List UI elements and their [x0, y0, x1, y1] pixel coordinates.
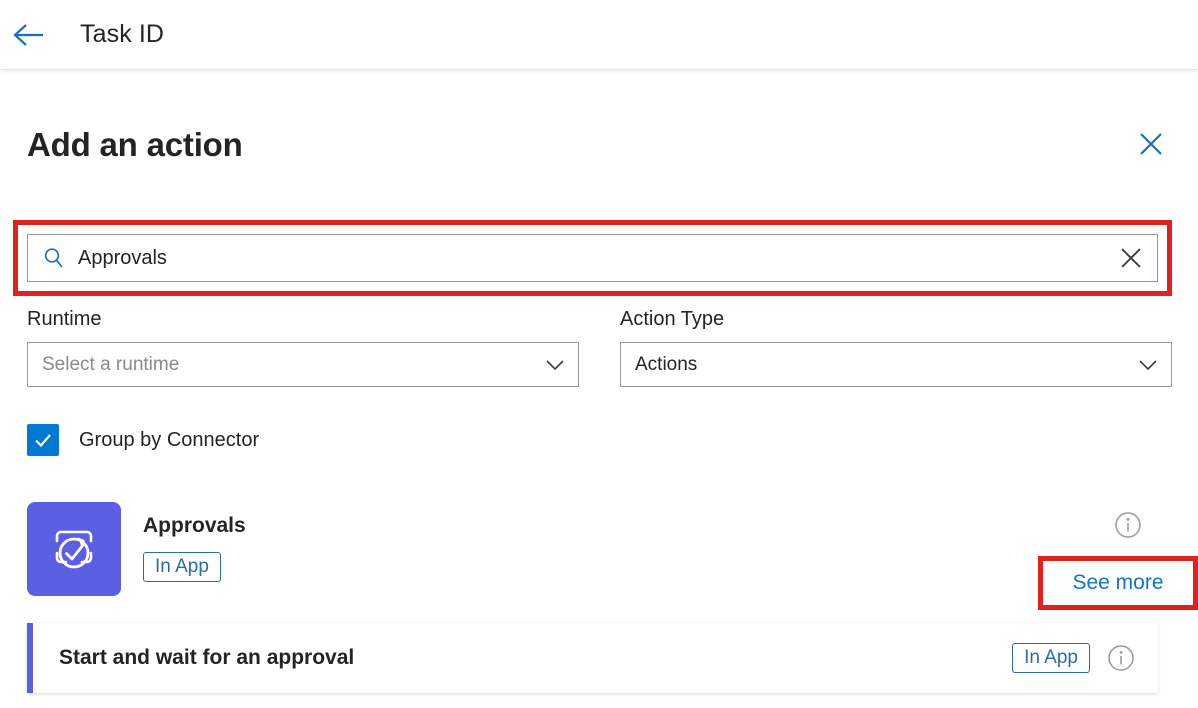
connector-card[interactable]: Approvals In App [0, 498, 1198, 610]
action-list-item[interactable]: Start and wait for an approval In App [27, 623, 1158, 693]
action-type-label: Action Type [620, 308, 1172, 331]
close-button[interactable] [1130, 123, 1172, 165]
search-icon [42, 246, 66, 270]
info-icon[interactable] [1106, 643, 1136, 673]
filters-row: Runtime Select a runtime Action Type Act… [0, 308, 1198, 387]
action-accent-bar [27, 623, 33, 693]
see-more-highlight-annotation: See more [1038, 556, 1198, 610]
runtime-value: Select a runtime [42, 354, 179, 376]
see-more-link[interactable]: See more [1072, 571, 1163, 595]
page-title: Task ID [80, 20, 164, 49]
action-row-right: In App [1012, 643, 1136, 673]
dismiss-icon [1116, 243, 1146, 273]
panel-title: Add an action [27, 126, 243, 164]
back-button[interactable] [6, 12, 52, 58]
action-badge: In App [1012, 643, 1090, 673]
checkbox-box[interactable] [27, 424, 59, 456]
top-bar: Task ID [0, 0, 1198, 70]
action-title: Start and wait for an approval [59, 646, 1012, 670]
action-type-field: Action Type Actions [620, 308, 1172, 387]
runtime-dropdown[interactable]: Select a runtime [27, 342, 579, 387]
clear-search-button[interactable] [1111, 238, 1151, 278]
runtime-field: Runtime Select a runtime [27, 308, 579, 387]
checkmark-icon [32, 429, 54, 451]
search-field[interactable] [27, 234, 1158, 282]
arrow-left-icon [12, 22, 46, 48]
close-icon [1137, 130, 1165, 158]
runtime-label: Runtime [27, 308, 579, 331]
chevron-down-icon [1137, 354, 1159, 376]
connector-meta: Approvals In App [143, 514, 246, 582]
connector-badge: In App [143, 552, 221, 582]
search-input[interactable] [78, 243, 1111, 273]
action-type-value: Actions [635, 354, 697, 376]
group-by-connector-checkbox[interactable]: Group by Connector [27, 424, 259, 456]
action-type-dropdown[interactable]: Actions [620, 342, 1172, 387]
approvals-icon [27, 502, 121, 596]
info-icon[interactable] [1113, 510, 1143, 540]
chevron-down-icon [544, 354, 566, 376]
group-by-connector-label: Group by Connector [79, 429, 259, 452]
connector-name: Approvals [143, 514, 246, 538]
panel-header: Add an action [0, 70, 1198, 198]
